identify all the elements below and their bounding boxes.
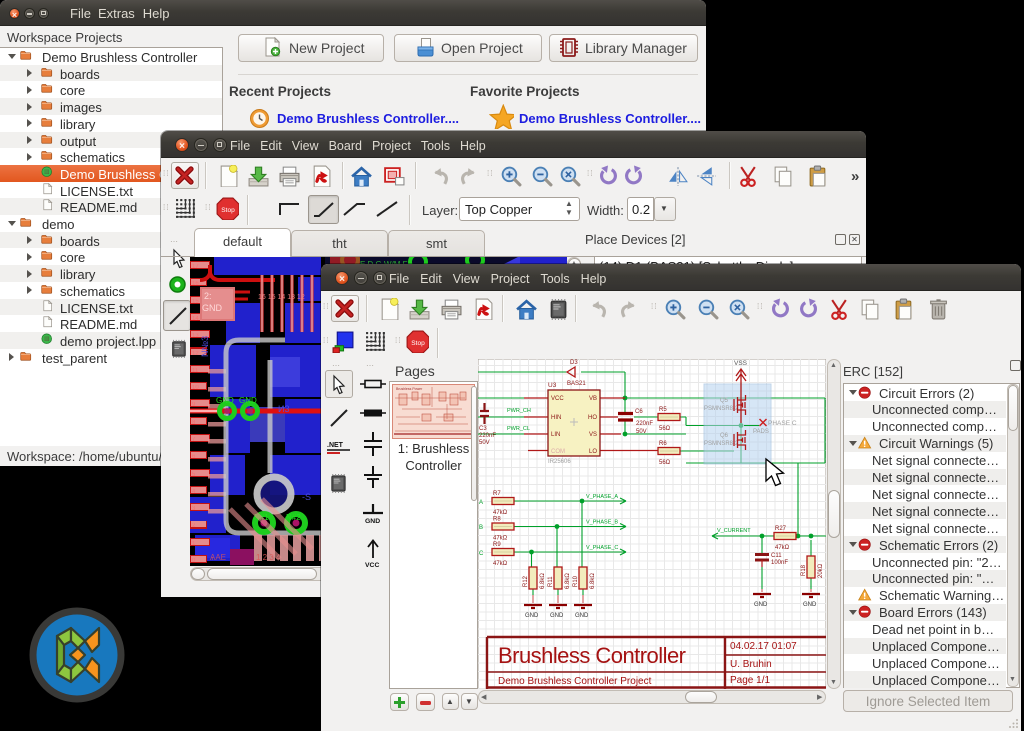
svg-text:PWR_CH: PWR_CH bbox=[507, 408, 531, 414]
svg-text:47kΩ: 47kΩ bbox=[493, 561, 508, 567]
svg-text:16: 16 bbox=[192, 281, 199, 287]
svg-text:R27: R27 bbox=[775, 526, 787, 532]
svg-text:GND: GND bbox=[525, 613, 539, 619]
svg-text:17: 17 bbox=[192, 264, 199, 270]
svg-text:HO: HO bbox=[588, 415, 597, 421]
svg-text:GND: GND bbox=[365, 518, 380, 525]
svg-text:14: 14 bbox=[192, 316, 199, 322]
svg-text:ѦАЕ: ѦАЕ bbox=[210, 553, 226, 562]
svg-text:V_PHASE_B: V_PHASE_B bbox=[586, 520, 618, 526]
svg-text:47kΩ: 47kΩ bbox=[493, 536, 508, 542]
svg-text:VB: VB bbox=[589, 396, 597, 402]
svg-text:15: 15 bbox=[192, 299, 199, 305]
svg-text:10: 10 bbox=[192, 385, 199, 391]
svg-text:C3: C3 bbox=[479, 426, 487, 432]
svg-text:R11: R11 bbox=[548, 576, 554, 587]
svg-text:2:: 2: bbox=[204, 291, 212, 301]
svg-text:.NET: .NET bbox=[327, 442, 344, 449]
svg-text:GND: GND bbox=[202, 303, 223, 313]
svg-text:-S: -S bbox=[302, 492, 311, 502]
svg-text:47kΩ: 47kΩ bbox=[775, 545, 790, 551]
svg-text:V_PHASE_C: V_PHASE_C bbox=[586, 545, 618, 551]
svg-text:VCC: VCC bbox=[551, 396, 564, 402]
svg-text:R18: R18 bbox=[801, 564, 807, 576]
svg-text:GND: GND bbox=[239, 396, 257, 405]
svg-text:PADS: PADS bbox=[753, 429, 769, 435]
svg-text:R6: R6 bbox=[659, 441, 667, 447]
svg-text:R9: R9 bbox=[493, 542, 501, 548]
svg-text:C: C bbox=[479, 551, 484, 557]
svg-text:V_CURRENT: V_CURRENT bbox=[717, 528, 751, 534]
svg-text:GND: GND bbox=[754, 602, 768, 608]
svg-text:B: B bbox=[479, 525, 483, 531]
svg-text:R12: R12 bbox=[523, 575, 529, 587]
svg-text:6.8kΩ: 6.8kΩ bbox=[540, 573, 546, 589]
svg-text:R10: R10 bbox=[573, 575, 579, 587]
svg-text:100nF: 100nF bbox=[771, 560, 788, 566]
svg-text:N#2: N#2 bbox=[286, 513, 301, 522]
svg-text:11: 11 bbox=[192, 368, 199, 374]
svg-text:VCC: VCC bbox=[365, 562, 379, 568]
svg-text:220nF: 220nF bbox=[479, 433, 496, 439]
svg-text:6.8kΩ: 6.8kΩ bbox=[565, 573, 571, 589]
svg-text:Q5: Q5 bbox=[720, 398, 729, 404]
svg-text:Brushless Power: Brushless Power bbox=[396, 387, 423, 391]
svg-text:16 15 14 13 12: 16 15 14 13 12 bbox=[258, 294, 305, 301]
svg-text:C6: C6 bbox=[635, 409, 643, 415]
svg-text:12: 12 bbox=[192, 351, 199, 357]
svg-text:13: 13 bbox=[192, 333, 199, 339]
svg-text:LO: LO bbox=[589, 449, 597, 455]
svg-text:И3: И3 bbox=[278, 404, 289, 414]
svg-text:56Ω: 56Ω bbox=[659, 460, 671, 466]
svg-text:PWR_CL: PWR_CL bbox=[507, 426, 530, 432]
svg-text:220nF: 220nF bbox=[636, 421, 653, 427]
svg-text:GND: GND bbox=[575, 613, 589, 619]
svg-text:PHASE C: PHASE C bbox=[768, 420, 797, 427]
svg-text:6.8kΩ: 6.8kΩ bbox=[590, 573, 596, 589]
svg-text:GND: GND bbox=[550, 613, 564, 619]
svg-text:R8: R8 bbox=[493, 517, 501, 523]
svg-text:20kΩ: 20kΩ bbox=[818, 563, 824, 578]
svg-text:50V: 50V bbox=[636, 429, 647, 435]
svg-text:U3: U3 bbox=[548, 382, 557, 389]
svg-text:Demo Brushless Controller Proj: Demo Brushless Controller Project bbox=[498, 676, 652, 687]
svg-text:COM: COM bbox=[551, 449, 565, 455]
svg-text:50V: 50V bbox=[479, 440, 490, 446]
svg-text:VS: VS bbox=[589, 432, 597, 438]
svg-text:N№3: N№3 bbox=[200, 336, 210, 357]
svg-text:Page 1/1: Page 1/1 bbox=[730, 675, 770, 686]
svg-text:R7: R7 bbox=[493, 491, 501, 497]
svg-text:GND: GND bbox=[803, 602, 817, 608]
svg-text:C11: C11 bbox=[771, 553, 782, 559]
svg-text:HIN: HIN bbox=[551, 415, 561, 421]
svg-text:Brushless Controller: Brushless Controller bbox=[498, 643, 686, 668]
svg-text:A: A bbox=[479, 500, 483, 506]
svg-text:04.02.17 01:07: 04.02.17 01:07 bbox=[730, 641, 797, 652]
svg-text:LIN: LIN bbox=[551, 432, 560, 438]
svg-text:BAS21: BAS21 bbox=[567, 381, 586, 387]
svg-text:VSS: VSS bbox=[734, 360, 748, 367]
svg-text:U. Bruhin: U. Bruhin bbox=[730, 659, 772, 670]
svg-text:IR25606: IR25606 bbox=[548, 459, 571, 465]
svg-text:56Ω: 56Ω bbox=[659, 426, 671, 432]
svg-text:D3: D3 bbox=[570, 360, 578, 366]
svg-text:47kΩ: 47kΩ bbox=[493, 510, 508, 516]
svg-text:Q6: Q6 bbox=[720, 433, 729, 439]
svg-text:GND: GND bbox=[216, 396, 234, 405]
svg-text:R5: R5 bbox=[659, 407, 667, 413]
svg-text:V_PHASE_A: V_PHASE_A bbox=[586, 494, 618, 500]
